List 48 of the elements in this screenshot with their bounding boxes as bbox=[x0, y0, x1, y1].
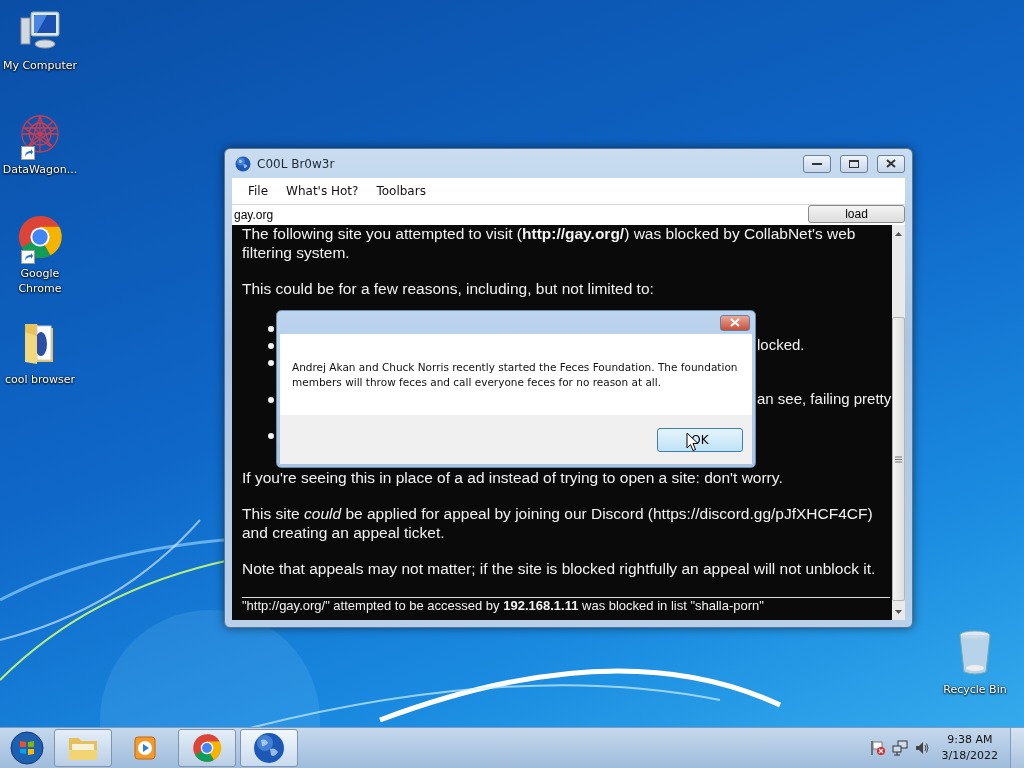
close-icon bbox=[886, 159, 896, 168]
load-button[interactable]: load bbox=[808, 205, 905, 223]
window-title: C00L Br0w3r bbox=[257, 156, 336, 171]
paragraph: Note that appeals may not matter; if the site is blocked rightfully an appeal will not unblock it. bbox=[242, 560, 877, 579]
minimize-button[interactable] bbox=[803, 154, 831, 173]
taskbar-button[interactable] bbox=[240, 729, 298, 767]
reasons-paragraph: This could be for a few reasons, including, but not limited to: bbox=[242, 280, 655, 299]
taskbar-button[interactable] bbox=[54, 729, 112, 767]
computer-icon bbox=[17, 8, 63, 52]
close-icon bbox=[730, 318, 740, 327]
desktop-icon-label[interactable]: Google Chrome bbox=[1, 266, 79, 296]
clock-time: 9:38 AM bbox=[947, 732, 993, 748]
grip-icon bbox=[895, 455, 902, 463]
chrome-icon bbox=[192, 733, 222, 763]
speaker-icon[interactable] bbox=[913, 740, 930, 756]
block-footer: "http://gay.org/" attempted to be accessed by 192.168.1.11 was blocked in list "shalla-porn" bbox=[242, 597, 890, 614]
scroll-down-icon bbox=[894, 607, 903, 617]
menu-item[interactable]: Toolbars bbox=[368, 184, 434, 198]
maximize-icon bbox=[849, 159, 859, 168]
desktop-icon-label[interactable]: cool browser bbox=[4, 372, 76, 387]
intro-paragraph: The following site you attempted to visit (http://gay.org/) was blocked by CollabNet's web filtering system. bbox=[242, 225, 857, 262]
bullet-dot bbox=[268, 396, 274, 403]
chrome-icon bbox=[17, 214, 63, 260]
paragraph: If you're seeing this in place of a ad instead of trying to open a site: don't worry. bbox=[242, 468, 784, 487]
bullet-dot bbox=[268, 325, 274, 332]
clock-date: 3/18/2022 bbox=[941, 748, 998, 764]
bullet-text: locked. bbox=[757, 335, 805, 354]
media-player-icon bbox=[132, 735, 158, 761]
menu-item[interactable]: What's Hot? bbox=[278, 184, 367, 198]
desktop-icon-label[interactable]: DataWagon... bbox=[2, 162, 78, 177]
scrollbar[interactable] bbox=[892, 225, 905, 620]
dialog-message: Andrej Akan and Chuck Norris recently started the Feces Foundation. The foundation members will throw feces and call everyone feces for no reason at all. bbox=[292, 359, 739, 390]
scroll-up-icon bbox=[894, 229, 903, 239]
paragraph: This site could be applied for appeal by joining our Discord (https://discord.gg/pJfXHCF4CF) and creating an appeal ticket. bbox=[242, 505, 874, 542]
bullet-dot bbox=[268, 359, 274, 366]
taskbar-button[interactable] bbox=[178, 729, 236, 767]
globe-icon bbox=[253, 732, 285, 764]
maximize-button[interactable] bbox=[840, 154, 868, 173]
close-button[interactable] bbox=[877, 154, 905, 173]
flag-icon[interactable] bbox=[869, 740, 886, 756]
bullet-text: an see, failing pretty bbox=[757, 389, 892, 408]
clock[interactable]: 9:38 AM 3/18/2022 bbox=[935, 732, 1004, 764]
bullet-dot bbox=[268, 432, 274, 439]
menu-item[interactable]: File bbox=[240, 184, 277, 198]
bullet-dot bbox=[268, 342, 274, 349]
desktop-icon-label[interactable]: My Computer bbox=[2, 58, 78, 73]
network-icon[interactable] bbox=[891, 740, 908, 756]
globe-icon bbox=[235, 155, 251, 172]
